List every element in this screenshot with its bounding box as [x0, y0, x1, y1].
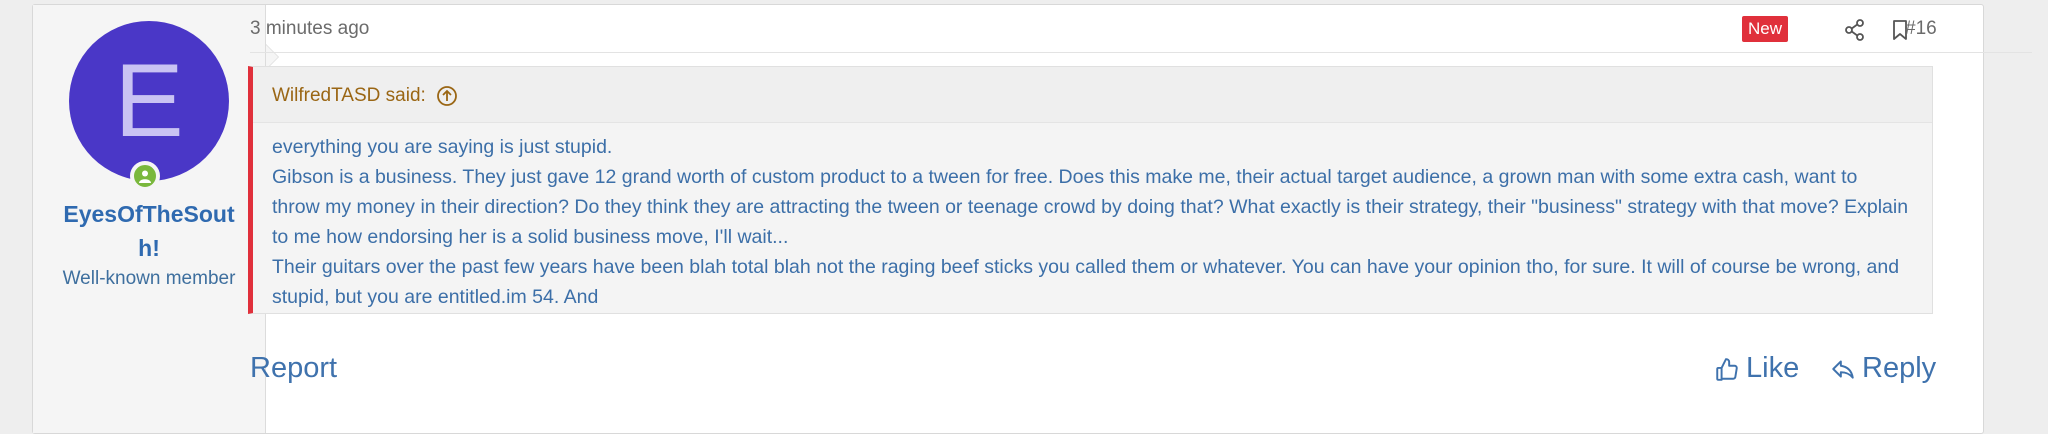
arrow-up-circle-icon[interactable]: [436, 85, 458, 107]
quote-line: everything you are saying is just stupid…: [272, 136, 613, 158]
user-sidebar: E EyesOfTheSouth! Well-known member: [33, 5, 279, 433]
quote-line: Their guitars over the past few years ha…: [272, 256, 1900, 308]
header-divider: [250, 52, 2032, 53]
avatar[interactable]: E: [69, 21, 229, 181]
reply-arrow-icon: [1832, 359, 1854, 379]
quote-header: WilfredTASD said:: [253, 67, 1932, 123]
username[interactable]: EyesOfTheSouth!: [53, 197, 245, 265]
like-button[interactable]: Like: [1714, 352, 1799, 385]
thumbs-up-icon: [1716, 357, 1738, 381]
share-icon[interactable]: [1843, 18, 1867, 42]
user-online-icon: [130, 161, 160, 191]
quote-block: WilfredTASD said: everything you are say…: [248, 66, 1933, 314]
report-link[interactable]: Report: [250, 352, 337, 385]
new-badge: New: [1742, 16, 1789, 42]
quote-body: everything you are saying is just stupid…: [272, 132, 1910, 312]
quote-author: WilfredTASD said:: [272, 85, 426, 106]
reply-button[interactable]: Reply: [1830, 352, 1936, 385]
post-time[interactable]: 3 minutes ago: [250, 18, 369, 40]
user-title: Well-known member: [62, 268, 236, 289]
reply-label: Reply: [1862, 352, 1937, 384]
like-label: Like: [1746, 352, 1800, 384]
quote-author-link[interactable]: WilfredTASD said:: [272, 85, 458, 107]
quote-line: Gibson is a business. They just gave 12 …: [272, 166, 1909, 248]
post-number-link[interactable]: #16: [1905, 18, 1937, 40]
